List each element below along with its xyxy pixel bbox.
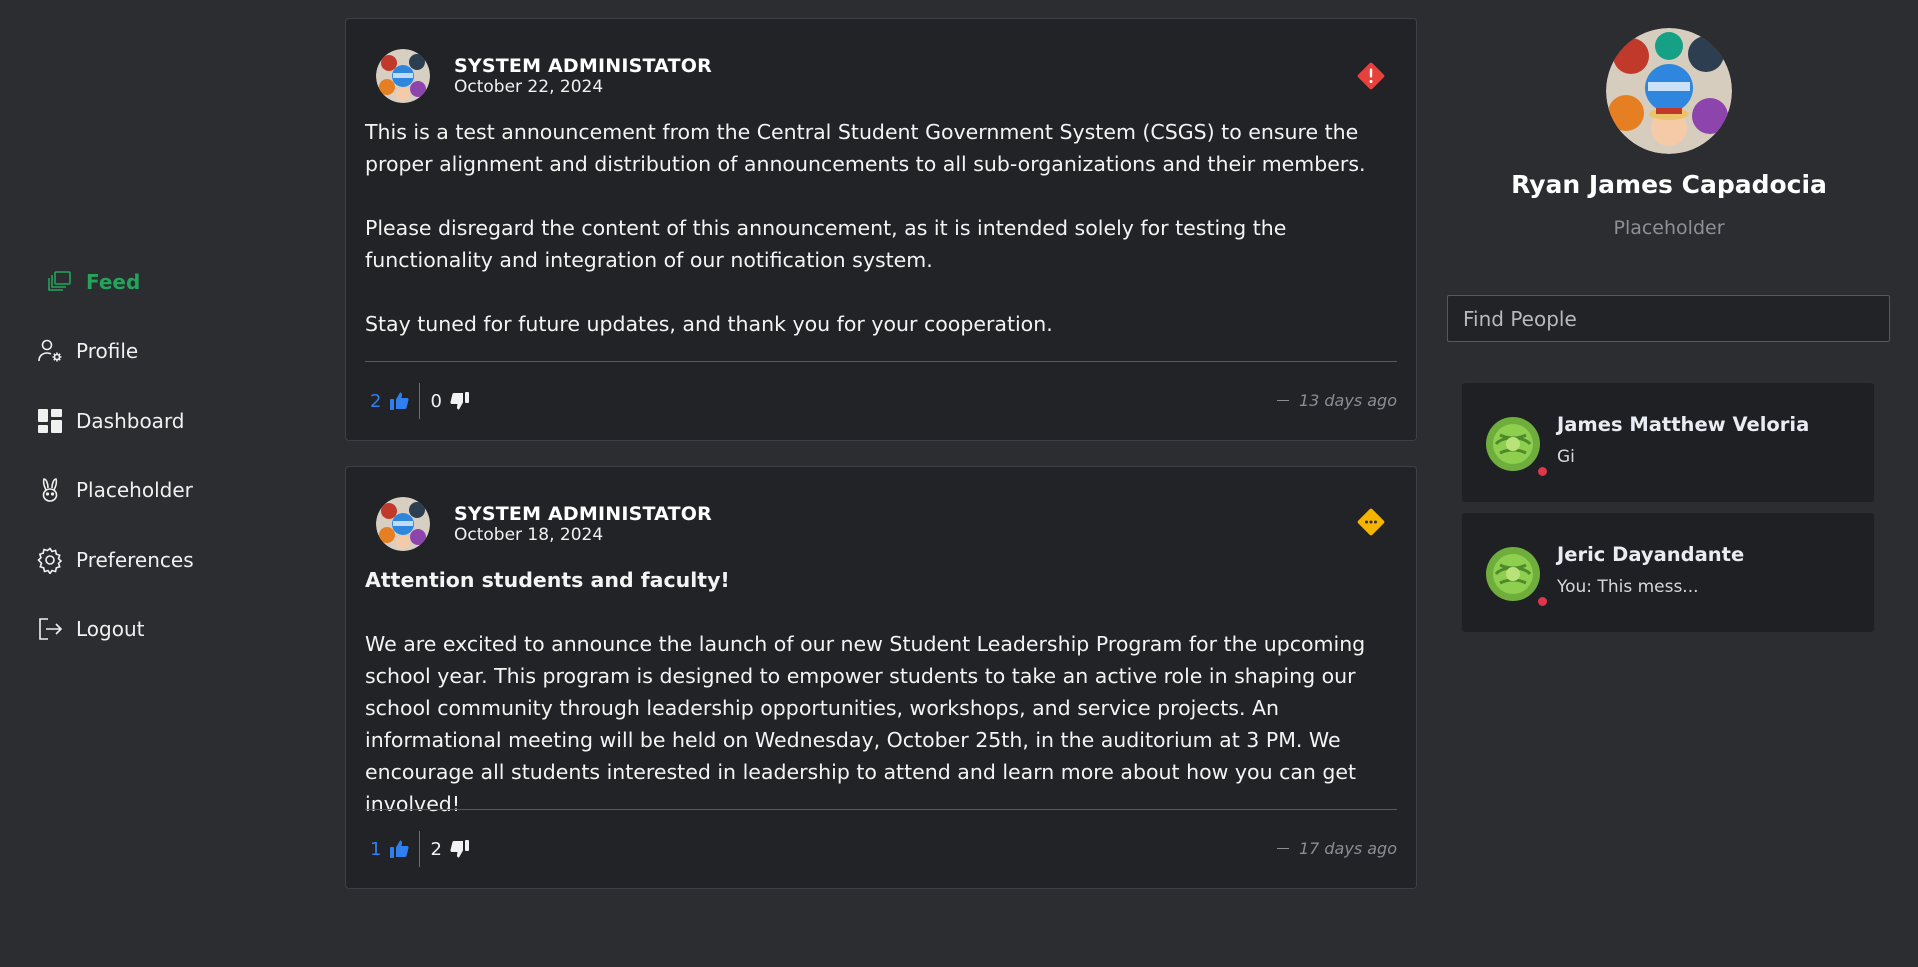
status-dot [1536,465,1549,478]
profile-role: Placeholder [1613,217,1725,239]
nav-item-logout[interactable]: Logout [36,609,144,649]
post-header: SYSTEM ADMINISTATOR October 22, 2024 [376,49,712,103]
dislike-count: 0 [430,390,442,412]
user-settings-icon [38,339,62,362]
dislike-button[interactable]: 0 [420,391,469,412]
thumbs-up-icon [390,392,410,410]
post-author: SYSTEM ADMINISTATOR [454,503,712,525]
divider [365,809,1397,810]
post-card: SYSTEM ADMINISTATOR October 22, 2024 Thi… [345,18,1417,441]
divider [365,361,1397,362]
chat-item[interactable]: Jeric Dayandante You: This mess... [1462,513,1874,632]
post-timestamp: 17 days ago [1276,839,1397,858]
avatar [1486,547,1540,601]
dash-divider [1276,848,1289,849]
like-button[interactable]: 1 [370,831,421,867]
chat-preview: You: This mess... [1557,577,1699,597]
post-timestamp: 13 days ago [1276,391,1397,410]
dislike-button[interactable]: 2 [420,839,469,860]
like-count: 1 [370,838,382,860]
like-button[interactable]: 2 [370,383,421,419]
nav-item-feed[interactable]: Feed [46,262,140,302]
avatar [1486,417,1540,471]
chat-name: James Matthew Veloria [1557,413,1810,436]
chat-name: Jeric Dayandante [1557,543,1745,566]
nav-item-dashboard[interactable]: Dashboard [36,401,185,441]
profile-avatar[interactable] [1606,28,1732,154]
feed-icon [48,271,71,291]
post-header: SYSTEM ADMINISTATOR October 18, 2024 [376,497,712,551]
nav-label: Logout [76,617,145,641]
alert-diamond-icon [1357,62,1385,90]
nav-item-profile[interactable]: Profile [36,331,138,371]
avatar[interactable] [376,49,430,103]
chat-item[interactable]: James Matthew Veloria Gi [1462,383,1874,502]
nav-item-placeholder[interactable]: Placeholder [36,470,193,510]
thumbs-down-icon [450,840,469,858]
post-body: This is a test announcement from the Cen… [365,116,1401,372]
post-paragraph: Please disregard the content of this ann… [365,216,1287,272]
dashboard-icon [38,409,62,433]
post-author: SYSTEM ADMINISTATOR [454,55,712,77]
post-heading: Attention students and faculty! [365,568,730,592]
chat-preview: Gi [1557,447,1575,467]
post-ago: 17 days ago [1298,839,1397,858]
thumbs-down-icon [450,392,469,410]
bunny-icon [42,478,58,502]
dash-divider [1276,400,1289,401]
gear-icon [37,547,63,574]
thumbs-up-icon [390,840,410,858]
ellipsis-diamond-icon [1357,508,1385,536]
like-count: 2 [370,390,382,412]
find-people-input[interactable] [1447,295,1890,342]
post-date: October 22, 2024 [454,77,604,97]
nav-label: Feed [86,270,141,294]
nav-label: Profile [76,339,139,363]
sidebar-nav: Feed Profile Dashboard Placeholder Prefe… [0,0,330,967]
post-paragraph: We are excited to announce the launch of… [365,632,1366,816]
status-dot [1536,595,1549,608]
avatar[interactable] [376,497,430,551]
post-date: October 18, 2024 [454,525,604,545]
reactions-bar: 2 0 [370,383,470,419]
post-paragraph: Stay tuned for future updates, and thank… [365,312,1053,336]
post-card: SYSTEM ADMINISTATOR October 18, 2024 Att… [345,466,1417,889]
post-ago: 13 days ago [1298,391,1397,410]
nav-label: Placeholder [76,478,193,502]
profile-name: Ryan James Capadocia [1511,170,1827,199]
dislike-count: 2 [430,838,442,860]
nav-item-preferences[interactable]: Preferences [36,540,194,580]
nav-label: Dashboard [76,409,185,433]
reactions-bar: 1 2 [370,831,470,867]
post-paragraph: This is a test announcement from the Cen… [365,120,1366,176]
logout-icon [39,618,63,640]
nav-label: Preferences [76,548,194,572]
